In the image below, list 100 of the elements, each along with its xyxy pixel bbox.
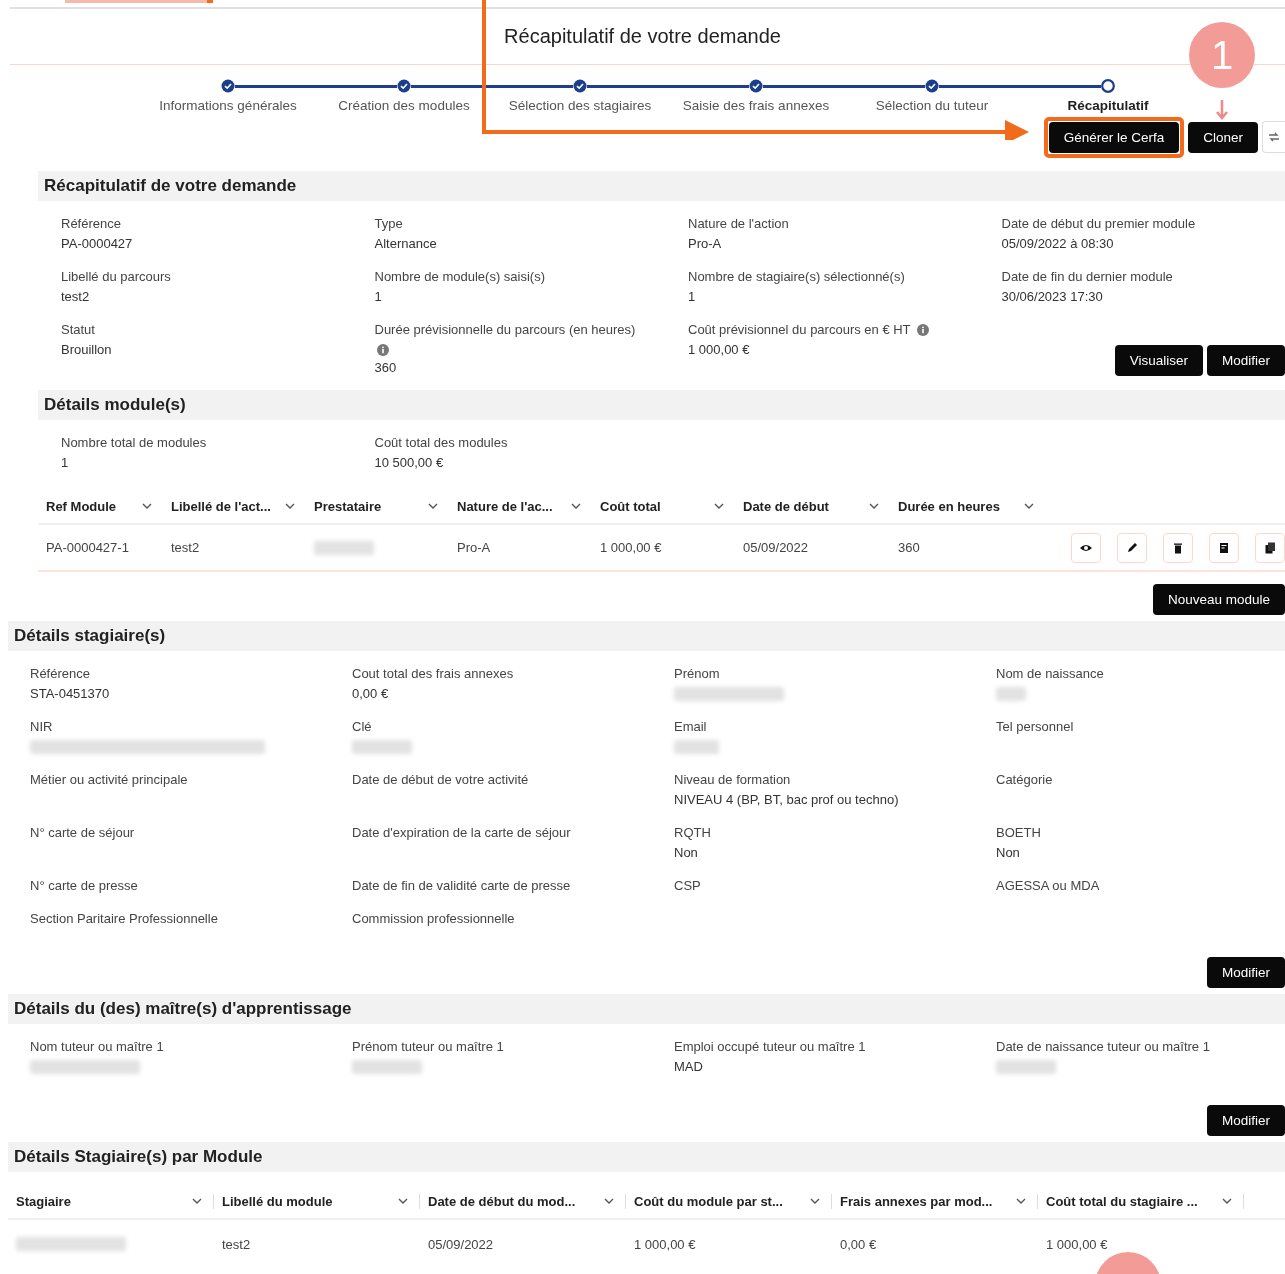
- field-value: Brouillon: [61, 341, 112, 359]
- column-header[interactable]: Durée en heures: [890, 498, 1045, 514]
- field-label: Nombre total de modules: [61, 434, 207, 452]
- callout-badge: 1: [1189, 22, 1255, 88]
- page-title: Récapitulatif de votre demande: [504, 25, 782, 48]
- field-value: 1: [374, 288, 382, 306]
- field-label: Nombre de module(s) saisi(s): [374, 268, 545, 286]
- table-cell-text: 05/09/2022: [427, 1236, 495, 1252]
- step-label[interactable]: Récapitulatif: [1067, 98, 1149, 113]
- field-value: STA-0451370: [30, 685, 110, 703]
- field-label: Nombre de stagiaire(s) sélectionné(s): [688, 268, 905, 286]
- field-value: 0,00 €: [352, 685, 389, 703]
- callout-pointer: [1215, 100, 1229, 120]
- field-label: N° carte de séjour: [30, 824, 135, 842]
- field-label: CSP: [674, 877, 701, 895]
- action-button[interactable]: Modifier: [1207, 957, 1285, 988]
- step-label[interactable]: Sélection des stagiaires: [508, 98, 652, 113]
- field-label: NIR: [30, 718, 53, 736]
- field-label: Référence: [30, 665, 90, 683]
- table-cell-text: test2: [170, 540, 201, 555]
- table-cell-text: 360: [897, 540, 921, 555]
- field-label: Niveau de formation: [674, 771, 791, 789]
- field-label: Prénom: [674, 665, 720, 683]
- column-header[interactable]: Coût du module par st...: [626, 1193, 832, 1209]
- step-label[interactable]: Saisie des frais annexes: [682, 98, 830, 113]
- table-cell-text: PA-0000427-1: [45, 540, 130, 555]
- field-label: RQTH: [674, 824, 711, 842]
- field-value: 1: [61, 454, 69, 472]
- field-value: 1: [688, 288, 696, 306]
- field-label: Date de naissance tuteur ou maître 1: [996, 1038, 1210, 1056]
- field-label: AGESSA ou MDA: [996, 877, 1100, 895]
- field-label: Nature de l'action: [688, 215, 789, 233]
- step-label[interactable]: Sélection du tuteur: [875, 98, 989, 113]
- field-label: Durée prévisionnelle du parcours (en heures): [374, 321, 636, 339]
- step-label[interactable]: Informations générales: [159, 98, 297, 113]
- section-title: Détails module(s): [38, 390, 1285, 420]
- copy-icon: [1264, 541, 1276, 554]
- field-label: Cout total des frais annexes: [352, 665, 514, 683]
- field-label: Coût prévisionnel du parcours en € HT: [688, 321, 911, 339]
- eye-button[interactable]: [1071, 532, 1101, 563]
- table-cell-text: 1 000,00 €: [1045, 1236, 1109, 1252]
- section-title: Détails Stagiaire(s) par Module: [8, 1142, 1285, 1172]
- field-label: Date d'expiration de la carte de séjour: [352, 824, 571, 842]
- refresh-button[interactable]: [1262, 121, 1285, 153]
- table-cell-text: test2: [221, 1236, 252, 1252]
- field-label: Tel personnel: [996, 718, 1074, 736]
- column-header[interactable]: Libellé du module: [214, 1193, 420, 1209]
- field-label: Libellé du parcours: [61, 268, 171, 286]
- table-cell-text: 0,00 €: [839, 1236, 878, 1252]
- field-value: 360: [374, 359, 397, 377]
- column-header[interactable]: Ref Module: [38, 498, 163, 514]
- field-value: Alternance: [374, 235, 437, 253]
- table-cell-text: 1 000,00 €: [633, 1236, 697, 1252]
- section-title: Récapitulatif de votre demande: [38, 171, 1285, 201]
- column-header[interactable]: Date de début: [735, 498, 890, 514]
- field-value: NIVEAU 4 (BP, BT, bac prof ou techno): [674, 791, 899, 809]
- column-header[interactable]: Coût total du stagiaire ...: [1038, 1193, 1244, 1209]
- field-label: Date de fin du dernier module: [1001, 268, 1173, 286]
- table-cell-text: 05/09/2022: [742, 540, 810, 555]
- action-button[interactable]: Générer le Cerfa: [1048, 121, 1180, 153]
- column-header[interactable]: Coût total: [592, 498, 735, 514]
- pencil-button[interactable]: [1117, 532, 1147, 563]
- column-header[interactable]: Prestataire: [306, 498, 449, 514]
- field-label: Type: [374, 215, 403, 233]
- field-value: 05/09/2022 à 08:30: [1001, 235, 1114, 253]
- step-label[interactable]: Création des modules: [338, 98, 470, 113]
- field-value: Non: [674, 844, 698, 862]
- section-title: Détails du (des) maître(s) d'apprentissage: [8, 994, 1285, 1024]
- copy-button[interactable]: [1255, 532, 1285, 563]
- column-header[interactable]: Date de début du mod...: [420, 1193, 626, 1209]
- field-label: N° carte de presse: [30, 877, 138, 895]
- column-header[interactable]: Stagiaire: [8, 1193, 214, 1209]
- document-button[interactable]: [1209, 532, 1239, 563]
- action-button[interactable]: Nouveau module: [1152, 584, 1285, 615]
- column-header[interactable]: Frais annexes par mod...: [832, 1193, 1038, 1209]
- table-cell-text: 1 000,00 €: [599, 540, 663, 555]
- column-header[interactable]: Libellé de l'act...: [163, 498, 306, 514]
- trash-button[interactable]: [1163, 532, 1193, 563]
- field-label: Catégorie: [996, 771, 1053, 789]
- field-label: Date de début de votre activité: [352, 771, 529, 789]
- action-button[interactable]: Cloner: [1188, 121, 1258, 153]
- action-button[interactable]: Modifier: [1207, 345, 1285, 376]
- column-header[interactable]: Nature de l'ac...: [449, 498, 592, 514]
- field-label: Commission professionnelle: [352, 910, 515, 928]
- field-label: Prénom tuteur ou maître 1: [352, 1038, 504, 1056]
- field-value: 10 500,00 €: [374, 454, 444, 472]
- field-label: Section Paritaire Professionnelle: [30, 910, 218, 928]
- field-value: Non: [996, 844, 1020, 862]
- field-value: 30/06/2023 17:30: [1001, 288, 1103, 306]
- field-label: Clé: [352, 718, 372, 736]
- field-label: Emploi occupé tuteur ou maître 1: [674, 1038, 866, 1056]
- field-label: Date de début du premier module: [1001, 215, 1196, 233]
- action-button[interactable]: Visualiser: [1114, 345, 1203, 376]
- field-value: 1 000,00 €: [688, 341, 750, 359]
- table-cell-text: Pro-A: [456, 540, 492, 555]
- field-label: Coût total des modules: [374, 434, 508, 452]
- field-value: test2: [61, 288, 90, 306]
- field-label: BOETH: [996, 824, 1041, 842]
- field-label: Date de fin de validité carte de presse: [352, 877, 571, 895]
- action-button[interactable]: Modifier: [1207, 1105, 1285, 1136]
